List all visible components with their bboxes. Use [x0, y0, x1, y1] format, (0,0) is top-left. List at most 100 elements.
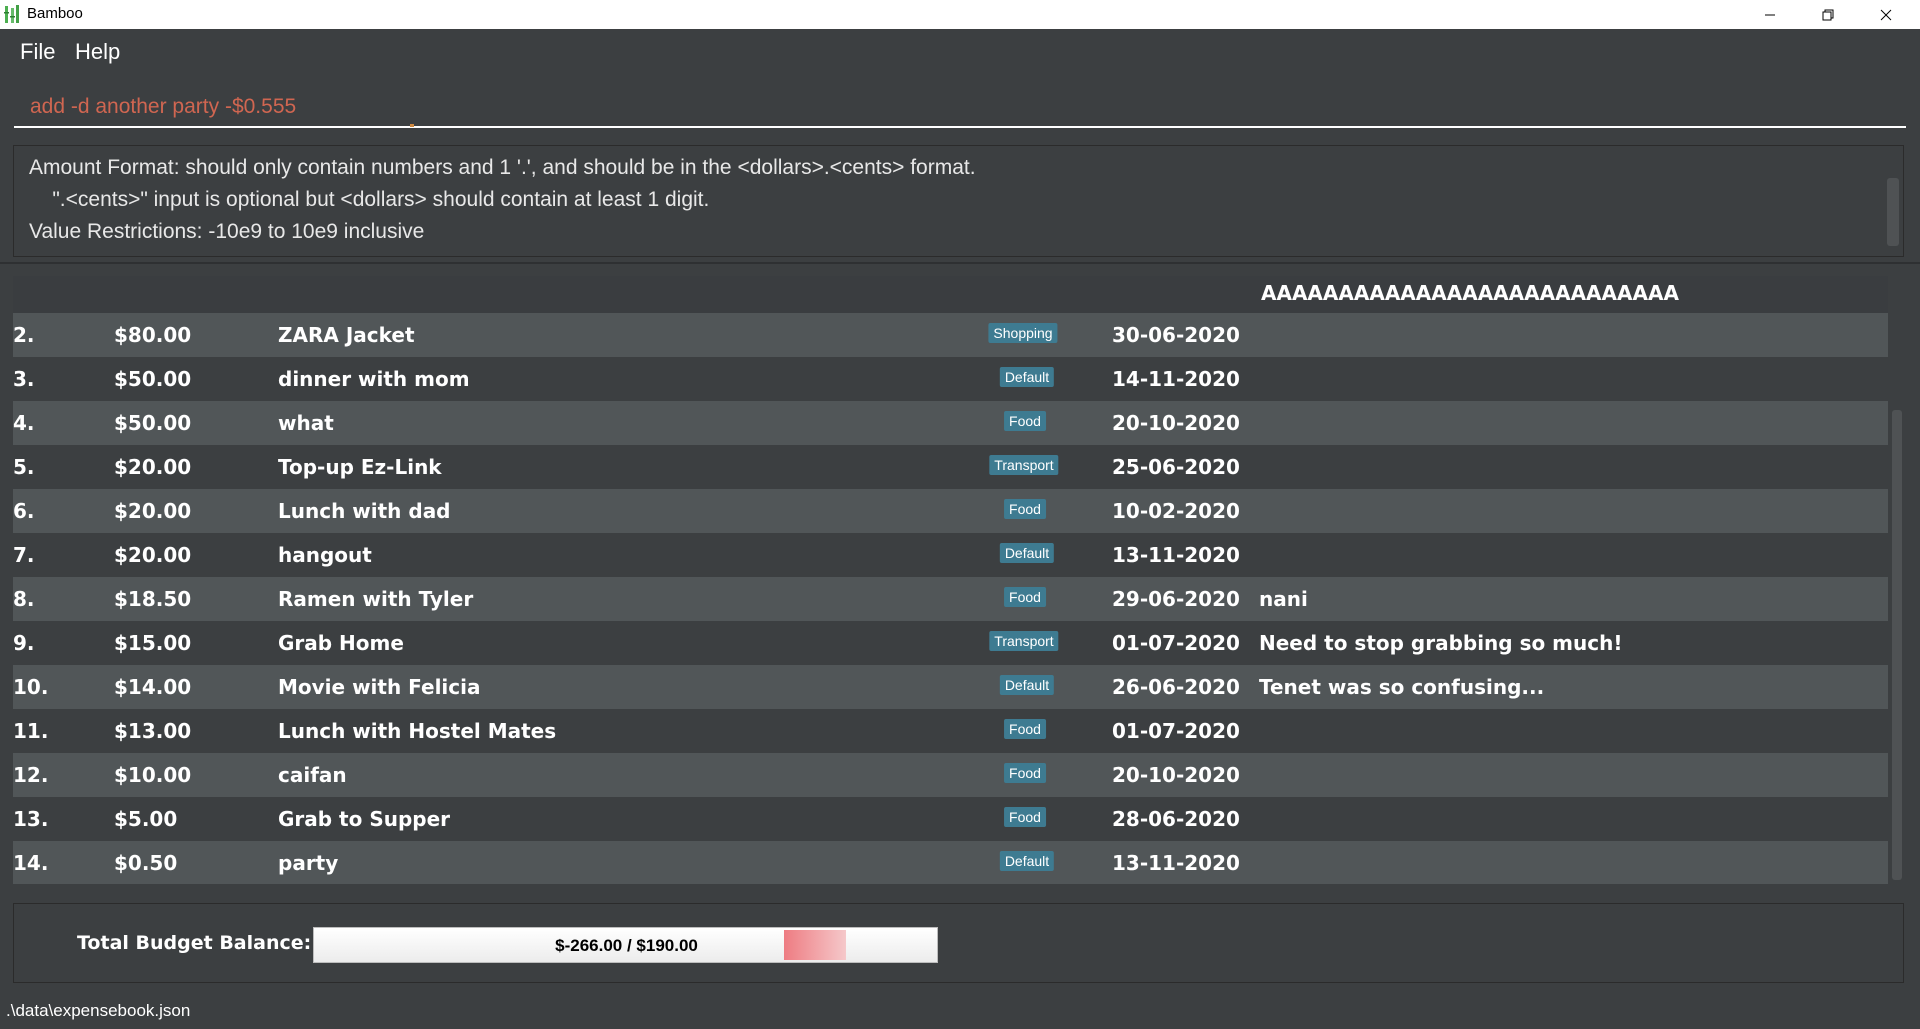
- divider: [0, 262, 1920, 264]
- expense-tag: Food: [1004, 807, 1046, 827]
- result-scrollbar[interactable]: [1887, 178, 1899, 246]
- expense-tag: Default: [999, 367, 1055, 387]
- list-item[interactable]: 13. $5.00 Grab to Supper Food 28-06-2020: [13, 797, 1888, 841]
- expense-amount: $20.00: [114, 455, 192, 479]
- expense-date: 10-02-2020: [1112, 499, 1240, 523]
- list-item[interactable]: 14. $0.50 party Default 13-11-2020: [13, 841, 1888, 884]
- list-item[interactable]: 12. $10.00 caifan Food 20-10-2020: [13, 753, 1888, 797]
- list-item[interactable]: 11. $13.00 Lunch with Hostel Mates Food 01-0…: [13, 709, 1888, 753]
- expense-date: 29-06-2020: [1112, 587, 1240, 611]
- expense-list[interactable]: AAAAAAAAAAAAAAAAAAAAAAAAAAA 2. $80.00 ZARA…: [13, 276, 1888, 884]
- expense-description: Lunch with dad: [278, 499, 451, 523]
- expense-description: caifan: [278, 763, 347, 787]
- expense-date: 13-11-2020: [1112, 851, 1240, 875]
- close-icon: [1880, 9, 1892, 20]
- expense-index: 5.: [13, 455, 35, 479]
- expense-description: Lunch with Hostel Mates: [278, 719, 557, 743]
- expense-remark: Tenet was so confusing...: [1259, 675, 1545, 699]
- restore-button[interactable]: [1799, 0, 1857, 29]
- list-item[interactable]: 4. $50.00 what Food 20-10-2020: [13, 401, 1888, 445]
- result-display[interactable]: Amount Format: should only contain numbe…: [13, 145, 1904, 257]
- list-item[interactable]: 5. $20.00 Top-up Ez-Link Transport 25-06-202…: [13, 445, 1888, 489]
- expense-date: 20-10-2020: [1112, 411, 1240, 435]
- budget-panel: Total Budget Balance: $-266.00 / $190.00: [13, 903, 1904, 983]
- command-box: [0, 72, 1920, 142]
- expense-index: 9.: [13, 631, 35, 655]
- list-item[interactable]: 10. $14.00 Movie with Felicia Default 26-06-…: [13, 665, 1888, 709]
- budget-progress-bar: $-266.00 / $190.00: [313, 927, 938, 963]
- result-line: Amount Format: should only contain numbe…: [29, 156, 976, 179]
- expense-index: 14.: [13, 851, 49, 875]
- expense-index: 10.: [13, 675, 49, 699]
- expense-amount: $50.00: [114, 411, 192, 435]
- expense-amount: $20.00: [114, 543, 192, 567]
- expense-remark: nani: [1259, 587, 1308, 611]
- expense-index: 13.: [13, 807, 49, 831]
- close-button[interactable]: [1857, 0, 1915, 29]
- expense-amount: $18.50: [114, 587, 192, 611]
- expense-date: 20-10-2020: [1112, 763, 1240, 787]
- expense-amount: $20.00: [114, 499, 192, 523]
- result-line: ".<cents>" input is optional but <dollar…: [29, 188, 710, 211]
- expense-date: 28-06-2020: [1112, 807, 1240, 831]
- list-scrollbar[interactable]: [1892, 410, 1902, 880]
- expense-tag: Transport: [989, 631, 1059, 651]
- expense-amount: $50.00: [114, 367, 192, 391]
- expense-tag: Food: [1004, 719, 1046, 739]
- bamboo-app-icon: [4, 5, 19, 23]
- expense-description: dinner with mom: [278, 367, 470, 391]
- restore-icon: [1822, 9, 1834, 20]
- expense-description: Movie with Felicia: [278, 675, 481, 699]
- expense-date: 26-06-2020: [1112, 675, 1240, 699]
- budget-label: Total Budget Balance:: [77, 932, 312, 954]
- expense-date: 30-06-2020: [1112, 323, 1240, 347]
- expense-amount: $15.00: [114, 631, 192, 655]
- expense-tag: Default: [999, 675, 1055, 695]
- expense-description: Grab Home: [278, 631, 404, 655]
- expense-description: Top-up Ez-Link: [278, 455, 442, 479]
- expense-index: 11.: [13, 719, 49, 743]
- list-item[interactable]: 6. $20.00 Lunch with dad Food 10-02-2020: [13, 489, 1888, 533]
- expense-tag: Food: [1004, 587, 1046, 607]
- expense-date: 13-11-2020: [1112, 543, 1240, 567]
- command-input[interactable]: [14, 88, 1906, 128]
- expense-date: 01-07-2020: [1112, 631, 1240, 655]
- expense-description: Ramen with Tyler: [278, 587, 474, 611]
- expense-amount: $0.50: [114, 851, 178, 875]
- list-item[interactable]: 9. $15.00 Grab Home Transport 01-07-2020 Need…: [13, 621, 1888, 665]
- title-bar: Bamboo: [0, 0, 1920, 29]
- expense-tag: Food: [1004, 763, 1046, 783]
- list-item[interactable]: 8. $18.50 Ramen with Tyler Food 29-06-2020 na…: [13, 577, 1888, 621]
- window-title: Bamboo: [27, 5, 83, 22]
- expense-index: 12.: [13, 763, 49, 787]
- expense-description: what: [278, 411, 334, 435]
- expense-tag: Transport: [989, 455, 1059, 475]
- list-item[interactable]: 3. $50.00 dinner with mom Default 14-11-2020: [13, 357, 1888, 401]
- list-item[interactable]: 7. $20.00 hangout Default 13-11-2020: [13, 533, 1888, 577]
- expense-amount: $5.00: [114, 807, 178, 831]
- expense-tag: Default: [999, 543, 1055, 563]
- save-file-path: .\data\expensebook.json: [6, 1001, 191, 1020]
- result-line: Value Restrictions: -10e9 to 10e9 inclus…: [29, 220, 425, 243]
- minimize-icon: [1765, 14, 1775, 15]
- status-bar: .\data\expensebook.json: [0, 993, 1920, 1029]
- expense-date: 01-07-2020: [1112, 719, 1240, 743]
- minimize-button[interactable]: [1741, 0, 1799, 29]
- expense-date: 25-06-2020: [1112, 455, 1240, 479]
- expense-index: 6.: [13, 499, 35, 523]
- list-item[interactable]: 2. $80.00 ZARA Jacket Shopping 30-06-2020: [13, 313, 1888, 357]
- expense-description: ZARA Jacket: [278, 323, 415, 347]
- expense-rows: 2. $80.00 ZARA Jacket Shopping 30-06-2020 3. $…: [13, 313, 1888, 884]
- expense-amount: $13.00: [114, 719, 192, 743]
- expense-remark: Need to stop grabbing so much!: [1259, 631, 1623, 655]
- expense-index: 4.: [13, 411, 35, 435]
- expense-amount: $80.00: [114, 323, 192, 347]
- expense-description: hangout: [278, 543, 372, 567]
- list-header: AAAAAAAAAAAAAAAAAAAAAAAAAAA: [13, 276, 1888, 313]
- header-remark: AAAAAAAAAAAAAAAAAAAAAAAAAAA: [1261, 281, 1679, 305]
- expense-tag: Food: [1004, 499, 1046, 519]
- menu-help[interactable]: Help: [75, 39, 120, 65]
- expense-description: Grab to Supper: [278, 807, 451, 831]
- budget-value: $-266.00 / $190.00: [555, 936, 698, 955]
- menu-file[interactable]: File: [20, 39, 55, 65]
